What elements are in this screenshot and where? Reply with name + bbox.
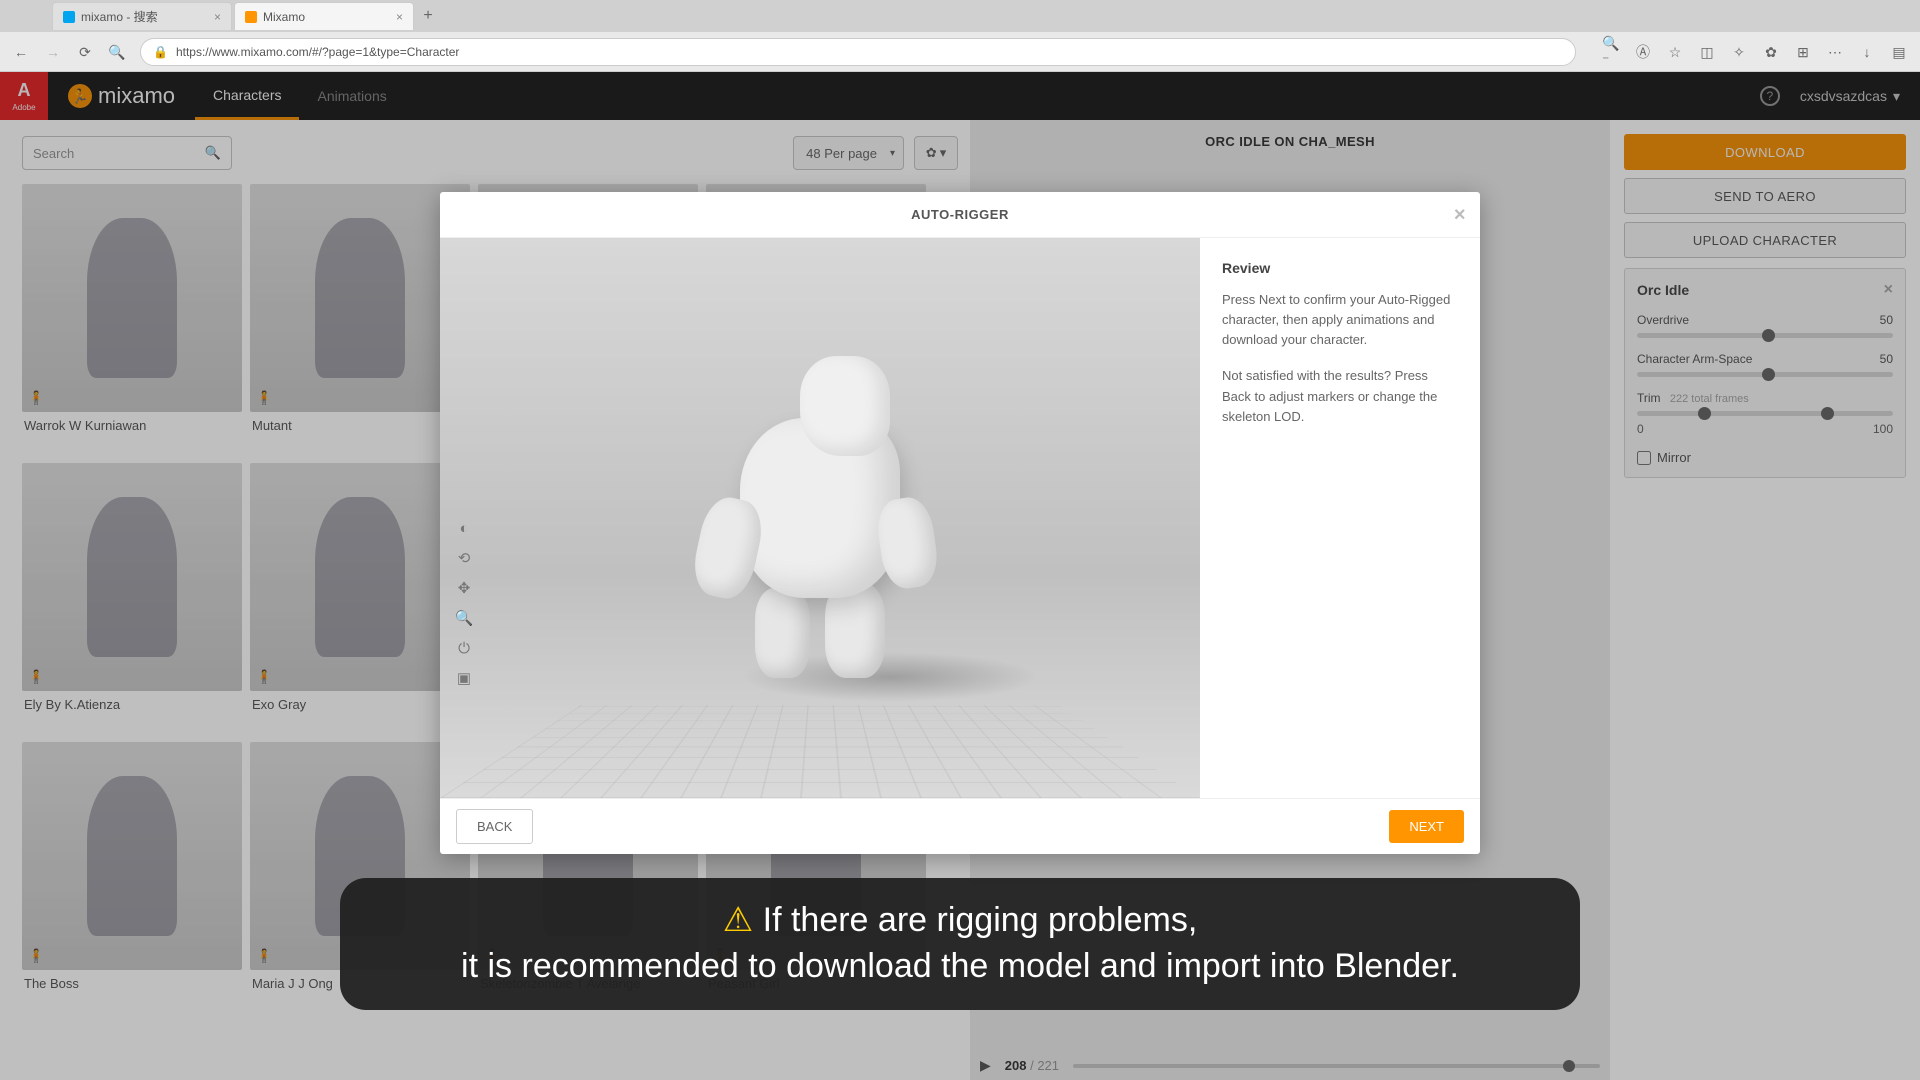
back-icon[interactable]: ← xyxy=(12,43,30,61)
browser-tab-bar: mixamo - 搜索 × Mixamo × + xyxy=(0,0,1920,32)
character-mesh xyxy=(680,348,960,688)
more-icon[interactable]: ⋯ xyxy=(1826,43,1844,61)
review-text-2: Not satisfied with the results? Press Ba… xyxy=(1222,366,1458,426)
split-icon[interactable]: ◫ xyxy=(1698,43,1716,61)
close-icon[interactable]: × xyxy=(214,10,221,24)
bing-icon xyxy=(63,11,75,23)
review-text-1: Press Next to confirm your Auto-Rigged c… xyxy=(1222,290,1458,350)
url-text: https://www.mixamo.com/#/?page=1&type=Ch… xyxy=(176,45,459,59)
favorites-bar-icon[interactable]: ✧ xyxy=(1730,43,1748,61)
floor-grid xyxy=(440,705,1200,798)
viewport-3d[interactable]: ◐ ⟲ ✥ 🔍 ⏻ ▣ xyxy=(440,238,1200,798)
power-icon[interactable]: ⏻ xyxy=(454,638,474,658)
browser-chrome: mixamo - 搜索 × Mixamo × + ← → ⟳ 🔍 🔒 https… xyxy=(0,0,1920,72)
zoom-icon[interactable]: 🔍⁻ xyxy=(1602,43,1620,61)
search-icon[interactable]: 🔍 xyxy=(108,43,126,61)
viewport-tools: ◐ ⟲ ✥ 🔍 ⏻ ▣ xyxy=(454,518,474,688)
favorite-icon[interactable]: ☆ xyxy=(1666,43,1684,61)
sidebar-icon[interactable]: ▤ xyxy=(1890,43,1908,61)
move-icon[interactable]: ✥ xyxy=(454,578,474,598)
url-input[interactable]: 🔒 https://www.mixamo.com/#/?page=1&type=… xyxy=(140,38,1576,66)
caption-line1: If there are rigging problems, xyxy=(763,901,1198,939)
subtitle-overlay: ⚠ If there are rigging problems, it is r… xyxy=(340,878,1580,1010)
back-button[interactable]: BACK xyxy=(456,809,533,844)
camera-icon[interactable]: ▣ xyxy=(454,668,474,688)
address-bar: ← → ⟳ 🔍 🔒 https://www.mixamo.com/#/?page… xyxy=(0,32,1920,72)
collections-icon[interactable]: ⊞ xyxy=(1794,43,1812,61)
shading-icon[interactable]: ◐ xyxy=(454,518,474,538)
downloads-icon[interactable]: ↓ xyxy=(1858,43,1876,61)
close-icon[interactable]: × xyxy=(396,10,403,24)
browser-tab-mixamo[interactable]: Mixamo × xyxy=(234,2,414,30)
tab-label: Mixamo xyxy=(263,10,305,24)
close-icon[interactable]: × xyxy=(1454,204,1466,227)
tab-label: mixamo - 搜索 xyxy=(81,8,158,25)
review-heading: Review xyxy=(1222,260,1458,276)
new-tab-button[interactable]: + xyxy=(416,4,440,28)
reset-icon[interactable]: ⟲ xyxy=(454,548,474,568)
autorigger-modal: AUTO-RIGGER × ◐ xyxy=(440,192,1480,854)
reload-icon[interactable]: ⟳ xyxy=(76,43,94,61)
search-icon[interactable]: 🔍 xyxy=(454,608,474,628)
mixamo-favicon-icon xyxy=(245,11,257,23)
review-pane: Review Press Next to confirm your Auto-R… xyxy=(1200,238,1480,798)
extensions-icon[interactable]: ✿ xyxy=(1762,43,1780,61)
caption-line2: it is recommended to download the model … xyxy=(461,947,1459,985)
modal-header: AUTO-RIGGER × xyxy=(440,192,1480,238)
warning-icon: ⚠ xyxy=(723,901,753,939)
modal-title: AUTO-RIGGER xyxy=(911,207,1009,222)
forward-icon: → xyxy=(44,43,62,61)
next-button[interactable]: NEXT xyxy=(1389,810,1464,843)
lock-icon: 🔒 xyxy=(153,45,168,59)
browser-tab-search[interactable]: mixamo - 搜索 × xyxy=(52,2,232,30)
read-aloud-icon[interactable]: Ⓐ xyxy=(1634,43,1652,61)
